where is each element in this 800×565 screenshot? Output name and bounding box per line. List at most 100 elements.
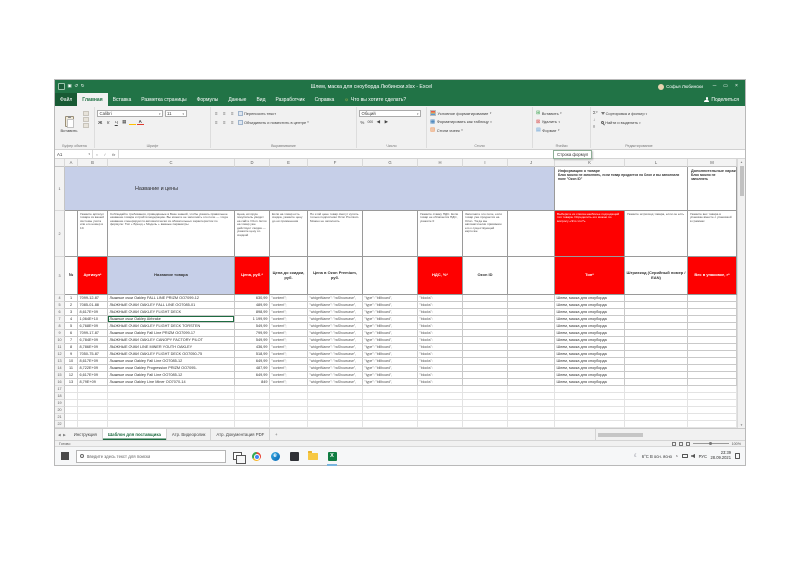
autosum-button[interactable]: Σ▾	[593, 109, 598, 115]
column-header-H[interactable]: H	[418, 159, 463, 167]
format-cells-button[interactable]: ▤ Формат ▾	[535, 126, 563, 134]
cell-I14[interactable]	[463, 365, 508, 372]
taskbar-app-chrome[interactable]	[248, 447, 264, 466]
cell-G17[interactable]	[363, 386, 418, 393]
cell-E3[interactable]: Цена до скидки, руб.	[270, 257, 308, 295]
cell-E12[interactable]: "content";	[270, 351, 308, 358]
cell-J13[interactable]	[508, 358, 555, 365]
cell-G10[interactable]: "type": "billboard",	[363, 337, 418, 344]
volume-icon[interactable]	[691, 454, 695, 458]
redo-icon[interactable]: ↻	[81, 84, 85, 89]
row-header-14[interactable]: 14	[55, 365, 65, 372]
cell-J2[interactable]	[508, 211, 555, 257]
cell-M5[interactable]	[688, 302, 737, 309]
cell-J17[interactable]	[508, 386, 555, 393]
display-icon[interactable]	[682, 454, 688, 458]
cell-E16[interactable]: "content";	[270, 379, 308, 386]
tab-formulas[interactable]: Формулы	[192, 93, 224, 106]
cell-B19[interactable]	[78, 400, 108, 407]
cell-D5[interactable]: 489,99	[235, 302, 270, 309]
format-painter-icon[interactable]	[83, 123, 89, 128]
cell-E14[interactable]: "content";	[270, 365, 308, 372]
row-header-9[interactable]: 9	[55, 330, 65, 337]
cell-E17[interactable]	[270, 386, 308, 393]
cell-G18[interactable]	[363, 393, 418, 400]
cell-E15[interactable]: "content";	[270, 372, 308, 379]
column-header-B[interactable]: B	[78, 159, 108, 167]
cell-I3[interactable]: Ozon ID	[463, 257, 508, 295]
cell-C19[interactable]	[108, 400, 235, 407]
cell-F14[interactable]: "widgetName": "raShowcase",	[308, 365, 363, 372]
cell-H9[interactable]: "blocks":	[418, 330, 463, 337]
restore-button[interactable]: ▭	[720, 80, 731, 93]
cell-L12[interactable]	[625, 351, 688, 358]
share-button[interactable]: Поделиться	[698, 93, 745, 106]
cancel-entry-button[interactable]: ×	[96, 152, 98, 157]
row-header-3[interactable]: 3	[55, 257, 65, 295]
scroll-down-icon[interactable]: ▼	[740, 422, 743, 428]
cell-H22[interactable]	[418, 421, 463, 428]
cell-J12[interactable]	[508, 351, 555, 358]
column-header-C[interactable]: C	[108, 159, 235, 167]
cell-D12[interactable]: 518,99	[235, 351, 270, 358]
cell-D11[interactable]: 436,99	[235, 344, 270, 351]
cell-I22[interactable]	[463, 421, 508, 428]
cell-G15[interactable]: "type": "billboard",	[363, 372, 418, 379]
cell-C21[interactable]	[108, 414, 235, 421]
cell-F15[interactable]: "widgetName": "raShowcase",	[308, 372, 363, 379]
cell-B3[interactable]: Артикул*	[78, 257, 108, 295]
cell-J9[interactable]	[508, 330, 555, 337]
cell-H7[interactable]: "blocks":	[418, 316, 463, 323]
sort-filter-button[interactable]: Сортировка и фильтр ▾	[600, 110, 649, 117]
zoom-level[interactable]: 100%	[732, 442, 741, 446]
cell-D18[interactable]	[235, 393, 270, 400]
action-center-icon[interactable]	[735, 453, 741, 459]
cell-A10[interactable]: 7	[65, 337, 78, 344]
cell-A2[interactable]	[65, 211, 78, 257]
align-center-icon[interactable]: ≡	[221, 119, 228, 126]
cell-K16[interactable]: Шлем, маска для сноуборда	[555, 379, 625, 386]
cell-J4[interactable]	[508, 295, 555, 302]
cell-H17[interactable]	[418, 386, 463, 393]
column-header-G[interactable]: G	[363, 159, 418, 167]
cell-H12[interactable]: "blocks":	[418, 351, 463, 358]
font-name-select[interactable]: Calibri ▾	[97, 110, 163, 117]
row-header-21[interactable]: 21	[55, 414, 65, 421]
cell-E2[interactable]: Если на товар есть скидка, укажите цену …	[270, 211, 308, 257]
cell-B22[interactable]	[78, 421, 108, 428]
cell-D16[interactable]: 849	[235, 379, 270, 386]
cell-B11[interactable]: 8,786E+09	[78, 344, 108, 351]
cell-H6[interactable]: "blocks":	[418, 309, 463, 316]
tab-home[interactable]: Главная	[77, 93, 107, 106]
cell-A15[interactable]: 12	[65, 372, 78, 379]
cell-D20[interactable]	[235, 407, 270, 414]
cell-I8[interactable]	[463, 323, 508, 330]
cell-L4[interactable]	[625, 295, 688, 302]
cell-M3[interactable]: Вес в упаковке, г*	[688, 257, 737, 295]
cell-K2[interactable]: Выберите из списка наиболее подходящий т…	[555, 211, 625, 257]
cell-F17[interactable]	[308, 386, 363, 393]
cell-M10[interactable]	[688, 337, 737, 344]
row-header-1[interactable]: 1	[55, 167, 65, 211]
paste-button[interactable]: Вставить	[57, 108, 81, 141]
row-header-20[interactable]: 20	[55, 407, 65, 414]
cell-D22[interactable]	[235, 421, 270, 428]
cell-J8[interactable]	[508, 323, 555, 330]
cell-I6[interactable]	[463, 309, 508, 316]
cell-C3[interactable]: Название товара	[108, 257, 235, 295]
number-format-select[interactable]: Общий ▾	[359, 110, 421, 117]
undo-icon[interactable]: ↺	[74, 84, 78, 89]
section-product-info[interactable]: Информация о товареБлок можно не заполня…	[555, 167, 688, 211]
cell-G5[interactable]: "type": "billboard",	[363, 302, 418, 309]
scroll-up-icon[interactable]: ▲	[740, 159, 743, 165]
cell-F9[interactable]: "widgetName": "raShowcase",	[308, 330, 363, 337]
horizontal-scrollbar[interactable]	[595, 429, 745, 440]
row-header-15[interactable]: 15	[55, 372, 65, 379]
cell-H15[interactable]: "blocks":	[418, 372, 463, 379]
cell-K17[interactable]	[555, 386, 625, 393]
column-header-J[interactable]: J	[508, 159, 555, 167]
cell-D19[interactable]	[235, 400, 270, 407]
cell-H8[interactable]: "blocks":	[418, 323, 463, 330]
cell-E19[interactable]	[270, 400, 308, 407]
cell-B17[interactable]	[78, 386, 108, 393]
